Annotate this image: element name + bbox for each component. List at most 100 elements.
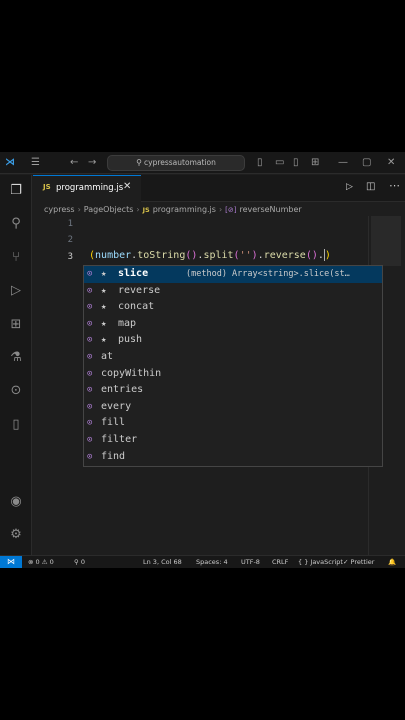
title-bar: ⋊ ☰ ← → ⚲ cypressautomation ▯ ▭ ▯ ⊞ — ▢ ✕ [0,152,405,174]
settings-icon[interactable]: ⚙ [8,527,24,543]
code-token: () [185,250,198,261]
star-icon: ★ [101,269,107,279]
cursor-position[interactable]: Ln 3, Col 68 [143,556,182,568]
explorer-icon[interactable]: ❐ [8,183,24,199]
tab-programming-js[interactable]: JS programming.js ✕ [33,175,141,202]
tab-close-icon[interactable]: ✕ [123,181,131,192]
breadcrumb-item-pageobjects[interactable]: PageObjects [84,205,134,214]
breadcrumb-item-cypress[interactable]: cypress [44,205,75,214]
menu-icon[interactable]: ☰ [31,155,40,171]
customize-layout-icon[interactable]: ⊞ [311,155,319,171]
suggest-item-slice[interactable]: ⊙ ★ slice (method) Array<string>.slice(st… [84,266,382,283]
language-mode[interactable]: { } JavaScript [298,556,343,568]
suggest-item-label: slice [118,268,149,279]
breadcrumb-item-file[interactable]: programming.js [153,205,216,214]
method-icon: ⊙ [87,385,93,396]
js-file-icon: JS [43,183,51,191]
method-icon: ⊙ [87,302,93,313]
status-bar: ⋈ ⊗ 0 ⚠ 0 ⚲ 0 Ln 3, Col 68 Spaces: 4 UTF… [0,555,405,568]
indentation-setting[interactable]: Spaces: 4 [196,556,228,568]
search-icon[interactable]: ⚲ [8,216,24,232]
account-icon[interactable]: ◉ [8,494,24,510]
code-token: () [305,250,318,261]
suggest-item-label: at [101,351,114,362]
ports-indicator[interactable]: ⚲ 0 [74,556,85,568]
forward-icon[interactable]: → [88,155,96,171]
code-token: reverse [263,250,306,261]
autocomplete-suggest-widget: ⊙ ★ slice (method) Array<string>.slice(st… ⊙… [83,265,383,467]
variable-symbol-icon: [⊘] [225,206,237,214]
suggest-item-label: entries [101,384,144,396]
breadcrumb: cypress › PageObjects › JS programming.js › [⊘]… [44,203,302,217]
layout-panel-icon[interactable]: ▭ [275,155,284,171]
suggest-item-copywithin[interactable]: ⊙ copyWithin [84,366,382,383]
eol-setting[interactable]: CRLF [272,556,288,568]
method-icon: ⊙ [87,435,93,445]
suggest-item-detail: (method) Array<string>.slice(st… [186,269,350,279]
suggest-item-push[interactable]: ⊙ ★ push [84,332,382,349]
method-icon: ⊙ [87,285,93,296]
problems-indicator[interactable]: ⊗ 0 ⚠ 0 [28,556,54,568]
suggest-item-label: map [118,317,137,329]
suggest-item-at[interactable]: ⊙ at [84,349,382,366]
extensions-icon[interactable]: ⊞ [8,317,24,333]
code-token: split [203,250,234,261]
chevron-right-icon: › [77,205,81,214]
maximize-icon[interactable]: ▢ [362,155,371,171]
search-icon: ⚲ [136,158,143,167]
command-center-label: cypressautomation [144,158,216,167]
method-icon: ⊙ [87,401,93,412]
suggest-item-label: reverse [118,284,161,296]
remote-explorer-icon[interactable]: ⊙ [8,383,24,399]
suggest-item-filter[interactable]: ⊙ filter [84,432,382,449]
line-number: 1 [67,219,73,229]
suggest-item-every[interactable]: ⊙ every [84,399,382,416]
prettier-formatter[interactable]: ✓ Prettier [343,556,374,568]
tab-bar: JS programming.js ✕ ▷ ◫ ⋯ [33,175,405,202]
line-number: 3 [67,252,73,262]
line-number: 2 [67,235,73,245]
suggest-item-reverse[interactable]: ⊙ ★ reverse [84,283,382,300]
code-token: number [95,250,132,261]
minimize-icon[interactable]: — [338,155,348,171]
suggest-item-entries[interactable]: ⊙ entries [84,382,382,399]
code-token: '' [239,250,252,261]
star-icon: ★ [101,302,107,313]
run-debug-icon[interactable]: ▷ [8,283,24,299]
code-line-3[interactable]: (number.toString().split('').reverse().) [89,247,331,264]
method-icon: ⊙ [87,269,93,279]
method-icon: ⊙ [87,318,93,329]
command-center-search[interactable]: ⚲ cypressautomation [107,155,245,171]
tab-label: programming.js [56,183,124,193]
notifications-icon[interactable]: 🔔 [388,556,396,568]
split-editor-icon[interactable]: ◫ [366,181,375,192]
star-icon: ★ [101,335,107,346]
suggest-item-label: copyWithin [101,367,162,379]
js-file-icon: JS [142,206,150,214]
suggest-item-map[interactable]: ⊙ ★ map [84,316,382,333]
remote-indicator-button[interactable]: ⋈ [0,556,22,568]
back-icon[interactable]: ← [70,155,78,171]
breadcrumb-item-symbol[interactable]: reverseNumber [239,205,301,214]
minimap-slider[interactable] [371,216,401,266]
suggest-item-label: fill [101,417,126,429]
vscode-window: ⋊ ☰ ← → ⚲ cypressautomation ▯ ▭ ▯ ⊞ — ▢ ✕… [0,152,405,568]
run-icon[interactable]: ▷ [346,182,353,192]
more-actions-icon[interactable]: ⋯ [389,179,400,192]
code-token: toString [137,250,186,261]
layout-sidebar-icon[interactable]: ▯ [257,155,263,171]
method-icon: ⊙ [87,418,93,429]
suggest-item-label: filter [101,434,138,445]
star-icon: ★ [101,285,107,296]
chevron-right-icon: › [136,205,140,214]
testing-icon[interactable]: ⚗ [8,350,24,366]
encoding-setting[interactable]: UTF-8 [241,556,260,568]
source-control-icon[interactable]: ⑂ [8,250,24,266]
close-icon[interactable]: ✕ [387,155,395,171]
suggest-item-fill[interactable]: ⊙ fill [84,415,382,432]
suggest-item-concat[interactable]: ⊙ ★ concat [84,299,382,316]
suggest-item-find[interactable]: ⊙ find [84,449,382,466]
activity-bar: ❐ ⚲ ⑂ ▷ ⊞ ⚗ ⊙ ▯ ◉ ⚙ [0,175,32,555]
layout-secondary-icon[interactable]: ▯ [293,155,299,171]
notebook-icon[interactable]: ▯ [8,417,24,433]
